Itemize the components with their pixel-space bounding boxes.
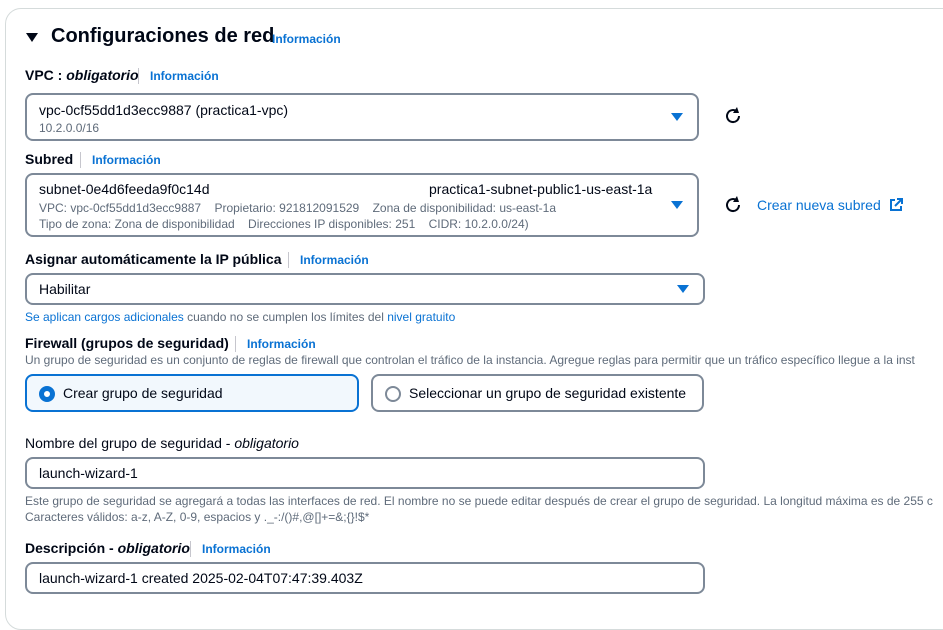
additional-charges-link[interactable]: Se aplican cargos adicionales <box>25 310 184 324</box>
firewall-description: Un grupo de seguridad es un conjunto de … <box>25 353 915 367</box>
subnet-id: subnet-0e4d6feeda9f0c14d <box>39 181 210 197</box>
public-ip-info-link[interactable]: Información <box>300 253 369 267</box>
public-ip-selected-value: Habilitar <box>39 281 91 297</box>
refresh-icon[interactable] <box>722 105 744 127</box>
public-ip-label: Asignar automáticamente la IP pública <box>25 251 282 267</box>
refresh-icon[interactable] <box>722 194 744 216</box>
sg-name-label: Nombre del grupo de seguridad - obligato… <box>25 435 299 451</box>
caret-down-icon <box>671 113 683 121</box>
collapse-toggle[interactable] <box>25 30 39 49</box>
subnet-details-line2: Tipo de zona: Zona de disponibilidad Dir… <box>39 217 529 231</box>
firewall-label: Firewall (grupos de seguridad) <box>25 335 229 351</box>
sg-name-help-line1: Este grupo de seguridad se agregará a to… <box>25 494 933 508</box>
radio-button-selected[interactable] <box>39 386 55 402</box>
subnet-details-line1: VPC: vpc-0cf55dd1d3ecc9887 Propietario: … <box>39 201 557 215</box>
vpc-label: VPC : obligatorio <box>25 67 139 83</box>
section-title: Configuraciones de red <box>51 25 275 47</box>
sg-description-label: Descripción - obligatorio <box>25 540 190 556</box>
divider <box>288 252 289 268</box>
select-existing-label: Seleccionar un grupo de seguridad existe… <box>409 385 687 401</box>
free-tier-link[interactable]: nivel gratuito <box>387 310 455 324</box>
caret-down-icon <box>26 33 38 42</box>
public-ip-select[interactable]: Habilitar <box>25 273 705 305</box>
section-info-link[interactable]: Información <box>272 32 341 46</box>
subnet-label: Subred <box>25 151 74 167</box>
sg-name-input[interactable]: launch-wizard-1 <box>25 457 705 489</box>
vpc-select[interactable]: vpc-0cf55dd1d3ecc9887 (practica1-vpc) 10… <box>25 93 699 141</box>
divider <box>190 541 191 557</box>
external-link-icon <box>889 198 903 211</box>
create-security-group-label: Crear grupo de seguridad <box>63 385 223 401</box>
divider <box>138 68 139 84</box>
firewall-info-link[interactable]: Información <box>247 337 316 351</box>
caret-down-icon <box>677 285 689 293</box>
radio-button[interactable] <box>385 386 401 402</box>
caret-down-icon <box>671 201 683 209</box>
vpc-selected-value: vpc-0cf55dd1d3ecc9887 (practica1-vpc) <box>39 102 289 118</box>
sg-description-input[interactable]: launch-wizard-1 created 2025-02-04T07:47… <box>25 562 705 594</box>
select-existing-security-group-option[interactable]: Seleccionar un grupo de seguridad existe… <box>371 374 704 412</box>
create-subnet-link[interactable]: Crear nueva subred <box>757 197 903 213</box>
subnet-info-link[interactable]: Información <box>92 153 161 167</box>
subnet-select[interactable]: subnet-0e4d6feeda9f0c14d practica1-subne… <box>25 173 699 237</box>
subnet-name: practica1-subnet-public1-us-east-1a <box>429 181 653 197</box>
divider <box>235 336 236 352</box>
charges-note: Se aplican cargos adicionales cuando no … <box>25 310 456 324</box>
vpc-cidr: 10.2.0.0/16 <box>39 121 100 135</box>
divider <box>80 152 81 168</box>
vpc-info-link[interactable]: Información <box>150 69 219 83</box>
sg-name-help-line2: Caracteres válidos: a-z, A-Z, 0-9, espac… <box>25 510 370 524</box>
sg-description-info-link[interactable]: Información <box>202 542 271 556</box>
create-security-group-option[interactable]: Crear grupo de seguridad <box>25 374 359 412</box>
